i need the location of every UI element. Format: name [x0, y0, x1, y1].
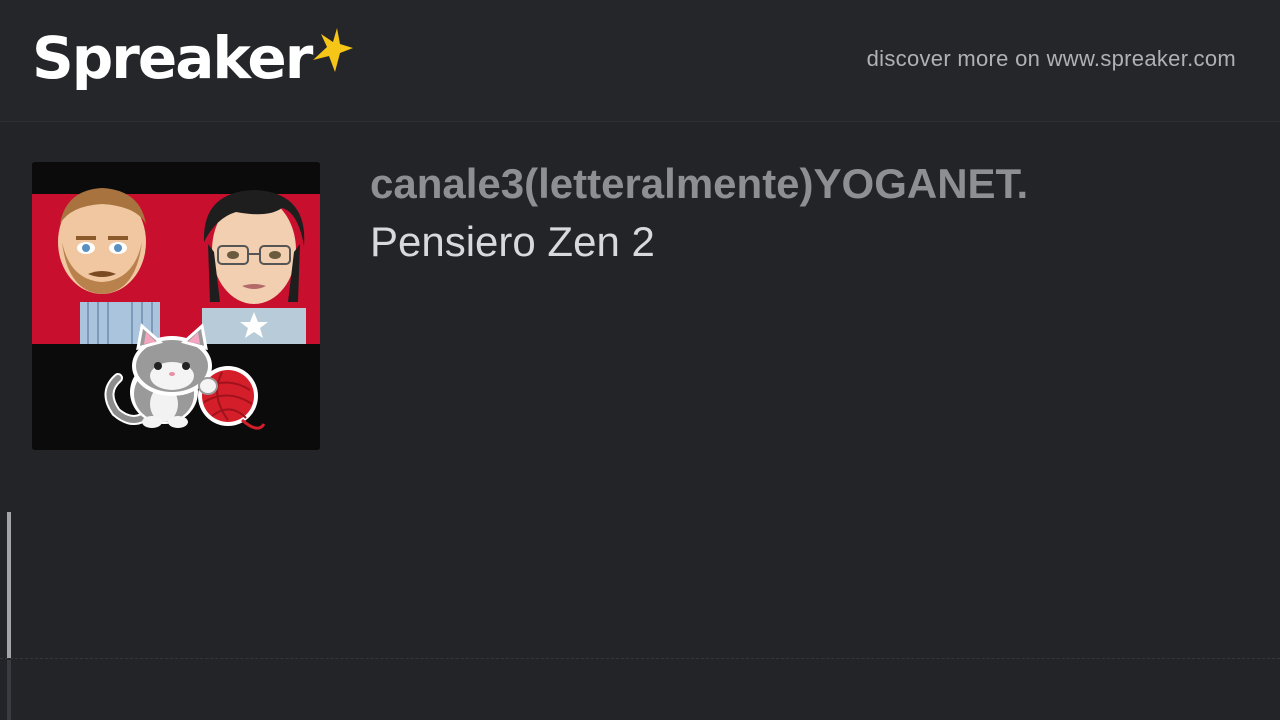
discover-more-link[interactable]: discover more on www.spreaker.com	[867, 46, 1236, 72]
logo-text: Spreaker	[32, 24, 313, 92]
spreaker-logo[interactable]: Spreaker	[32, 18, 355, 98]
header-bar: Spreaker discover more on www.spreaker.c…	[0, 0, 1280, 122]
episode-cover-image	[32, 162, 320, 450]
show-title[interactable]: canale3(letteralmente)YOGANET.	[370, 160, 1028, 208]
playback-progress-cursor[interactable]	[7, 512, 11, 658]
spreaker-player: Spreaker discover more on www.spreaker.c…	[0, 0, 1280, 720]
episode-title[interactable]: Pensiero Zen 2	[370, 218, 655, 266]
playback-progress-cursor-lower	[7, 660, 11, 720]
star-icon	[313, 28, 354, 72]
waveform-baseline	[0, 658, 1280, 659]
